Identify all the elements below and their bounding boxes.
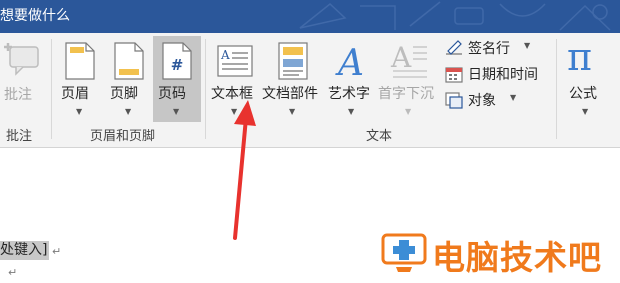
computer-medical-icon <box>381 233 427 272</box>
watermark-text: 电脑技术吧 <box>432 238 602 277</box>
watermark-logo: 电脑技术吧 <box>380 229 615 277</box>
